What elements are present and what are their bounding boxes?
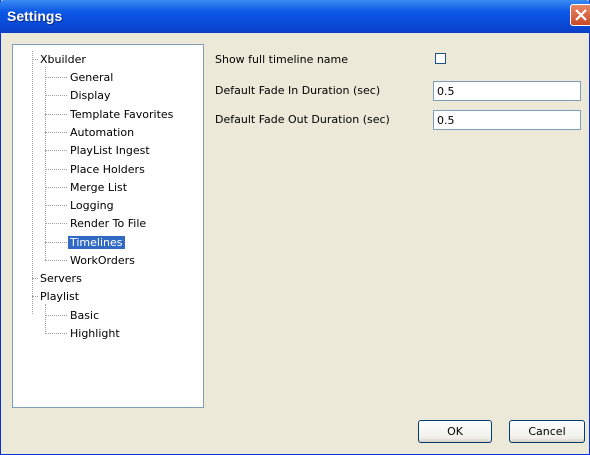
tree-item-merge-list[interactable]: Merge List [68, 179, 129, 196]
tree-connector [45, 95, 67, 96]
settings-dialog: Settings Xbuilder General Display Templa… [0, 0, 590, 455]
tree-connector [32, 51, 33, 314]
tree-item-general[interactable]: General [68, 69, 115, 86]
fade-out-duration-label: Default Fade Out Duration (sec) [215, 113, 390, 126]
tree-connector [45, 77, 67, 78]
tree-item-automation[interactable]: Automation [68, 124, 136, 141]
show-full-timeline-name-label: Show full timeline name [215, 53, 349, 66]
tree-connector [45, 205, 67, 206]
tree-item-xbuilder[interactable]: Xbuilder [38, 51, 88, 68]
tree-item-highlight[interactable]: Highlight [68, 325, 122, 342]
tree-item-timelines[interactable]: Timelines [68, 234, 125, 251]
tree-connector [45, 315, 67, 316]
tree-connector [45, 169, 67, 170]
fade-in-duration-input[interactable] [433, 81, 581, 101]
tree-connector [45, 260, 67, 261]
tree-item-render-to-file[interactable]: Render To File [68, 215, 148, 232]
tree-connector [45, 333, 67, 334]
tree-connector [45, 223, 67, 224]
settings-tree[interactable]: Xbuilder General Display Template Favori… [12, 44, 204, 408]
tree-item-workorders[interactable]: WorkOrders [68, 252, 137, 269]
tree-connector [45, 187, 67, 188]
ok-button[interactable]: OK [418, 420, 492, 443]
tree-connector [45, 114, 67, 115]
tree-item-template-favorites[interactable]: Template Favorites [68, 106, 175, 123]
close-button[interactable] [570, 4, 590, 26]
tree-item-servers[interactable]: Servers [38, 270, 84, 287]
window-title: Settings [7, 8, 63, 24]
tree-item-display[interactable]: Display [68, 87, 113, 104]
tree-item-place-holders[interactable]: Place Holders [68, 161, 147, 178]
tree-item-basic[interactable]: Basic [68, 307, 101, 324]
title-bar[interactable]: Settings [0, 0, 590, 33]
fade-in-duration-label: Default Fade In Duration (sec) [215, 84, 381, 97]
tree-item-playlist[interactable]: Playlist [38, 288, 81, 305]
show-full-timeline-name-checkbox[interactable] [435, 53, 446, 64]
tree-connector [45, 304, 46, 334]
tree-connector [45, 150, 67, 151]
close-icon [575, 9, 587, 21]
tree-item-playlist-ingest[interactable]: PlayList Ingest [68, 142, 152, 159]
tree-connector [45, 242, 67, 243]
tree-connector [45, 132, 67, 133]
cancel-button[interactable]: Cancel [509, 420, 585, 443]
fade-out-duration-input[interactable] [433, 110, 581, 130]
tree-item-logging[interactable]: Logging [68, 197, 116, 214]
